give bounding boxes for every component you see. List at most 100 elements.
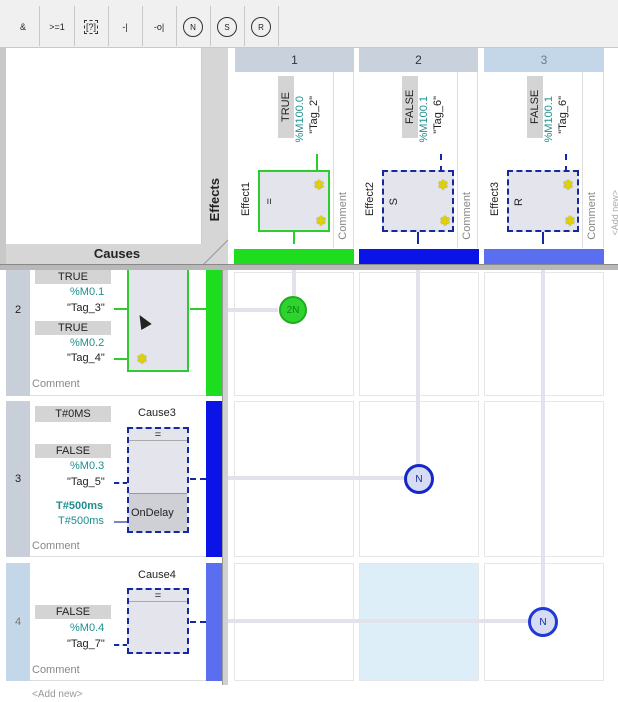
cause-instruction-box[interactable]: = OnDelay: [127, 427, 189, 533]
cause-instruction-box[interactable]: =: [127, 588, 189, 654]
effect-comment[interactable]: Comment: [337, 192, 349, 240]
divider: [457, 72, 458, 248]
cause-address: %M0.1: [70, 286, 105, 298]
cause-comment[interactable]: Comment: [32, 378, 80, 390]
cause-address: %M0.3: [70, 460, 105, 472]
cause-value[interactable]: FALSE: [35, 605, 111, 619]
star-icon: ✱: [313, 178, 324, 192]
star-icon: ✱: [315, 214, 326, 228]
effect-comment[interactable]: Comment: [586, 192, 598, 240]
effect-column-number: 3: [484, 48, 604, 72]
effect-column-number: 1: [235, 48, 354, 72]
instruction-label: =: [129, 590, 187, 602]
cause-color-bar: [206, 563, 222, 681]
intersection-node[interactable]: 2N: [279, 296, 307, 324]
cause-name: Cause3: [138, 407, 176, 419]
input-connector: [114, 521, 128, 523]
effect-color-bar: [234, 249, 354, 265]
effect-connector: [417, 232, 419, 244]
add-new-column[interactable]: <Add new>: [610, 190, 618, 236]
connection-line: [416, 270, 420, 465]
star-icon: ✱: [564, 214, 575, 228]
effect-name: Effect3: [489, 182, 501, 217]
effects-label-bar: Effects: [202, 48, 228, 264]
cause-name: Cause4: [138, 569, 176, 581]
instruction-label: R: [513, 198, 525, 206]
time-parameter: T#500ms: [58, 515, 104, 527]
row-number: 4: [6, 563, 30, 681]
toolbar: & >=1 [?] -| -o| N S R: [0, 0, 618, 48]
effect-column-number: 2: [359, 48, 478, 72]
cause-value[interactable]: TRUE: [35, 270, 111, 284]
box-button[interactable]: [?]: [77, 13, 105, 41]
row-number: 3: [6, 401, 30, 557]
effect-instruction-box[interactable]: S ✱ ✱: [382, 170, 454, 232]
cause-value[interactable]: TRUE: [35, 321, 111, 335]
effect-name: Effect2: [364, 182, 376, 217]
time-parameter: T#500ms: [56, 500, 104, 512]
effect-color-bar: [359, 249, 479, 265]
input-connector: [114, 358, 128, 360]
effects-label: Effects: [207, 178, 222, 222]
effect-color-bar: [484, 249, 604, 265]
effect-column-1[interactable]: TRUE %M100.0 "Tag_2" Effect1 = ✱ ✱ Comme…: [235, 72, 354, 248]
set-coil-button[interactable]: S: [213, 13, 241, 41]
reset-coil-button[interactable]: R: [247, 13, 275, 41]
instruction-label: =: [264, 198, 276, 205]
effect-value[interactable]: FALSE: [402, 76, 418, 138]
causes-label: Causes: [6, 244, 228, 264]
cause-tag: "Tag_4": [67, 352, 105, 364]
cause-row-3[interactable]: T#0MS Cause3 FALSE %M0.3 "Tag_5" T#500ms…: [30, 401, 206, 557]
effect-column-2[interactable]: FALSE %M100.1 "Tag_6" Effect2 S ✱ ✱ Comm…: [359, 72, 478, 248]
separator: [210, 6, 211, 46]
n-coil-button[interactable]: N: [179, 13, 207, 41]
separator: [176, 6, 177, 46]
cause-color-bar: [206, 401, 222, 557]
cause-address: %M0.4: [70, 622, 105, 634]
effect-comment[interactable]: Comment: [461, 192, 473, 240]
effect-address: %M100.1: [418, 96, 430, 143]
divider: [333, 72, 334, 248]
effect-instruction-box[interactable]: = ✱ ✱: [258, 170, 330, 232]
cause-row-2[interactable]: TRUE %M0.1 "Tag_3" TRUE %M0.2 "Tag_4" ✱ …: [30, 270, 206, 396]
mouse-cursor-icon: [134, 311, 152, 331]
row-number: 2: [6, 270, 30, 396]
cause-comment[interactable]: Comment: [32, 540, 80, 552]
output-connector: [190, 621, 206, 623]
instruction-label: =: [129, 429, 187, 441]
connection-line: [541, 270, 545, 607]
separator: [39, 6, 40, 46]
add-new-row[interactable]: <Add new>: [32, 689, 83, 700]
negated-contact-button[interactable]: -o|: [145, 13, 173, 41]
time-value[interactable]: T#0MS: [35, 406, 111, 422]
intersection-node[interactable]: N: [404, 464, 434, 494]
separator: [142, 6, 143, 46]
separator: [108, 6, 109, 46]
cause-instruction-box[interactable]: ✱: [127, 270, 189, 372]
effect-connector: [293, 232, 295, 244]
star-icon: ✱: [437, 178, 448, 192]
star-icon: ✱: [562, 178, 573, 192]
delay-label: OnDelay: [129, 493, 187, 531]
separator: [244, 6, 245, 46]
effect-connector: [542, 232, 544, 244]
connection-line: [228, 619, 528, 623]
or-button[interactable]: >=1: [43, 13, 71, 41]
effect-instruction-box[interactable]: R ✱ ✱: [507, 170, 579, 232]
cause-tag: "Tag_3": [67, 302, 105, 314]
effect-tag: "Tag_6": [432, 96, 444, 134]
effect-value[interactable]: TRUE: [278, 76, 294, 138]
cause-row-4[interactable]: Cause4 FALSE %M0.4 "Tag_7" = Comment: [30, 563, 206, 681]
effect-value[interactable]: FALSE: [527, 76, 543, 138]
effect-column-3[interactable]: FALSE %M100.1 "Tag_6" Effect3 R ✱ ✱ Comm…: [484, 72, 604, 248]
output-connector: [190, 308, 206, 310]
intersection-node[interactable]: N: [528, 607, 558, 637]
connection-line: [228, 476, 404, 480]
input-connector: [114, 308, 128, 310]
cause-address: %M0.2: [70, 337, 105, 349]
and-button[interactable]: &: [9, 13, 37, 41]
contact-button[interactable]: -|: [111, 13, 139, 41]
cause-value[interactable]: FALSE: [35, 444, 111, 458]
cause-comment[interactable]: Comment: [32, 664, 80, 676]
divider: [582, 72, 583, 248]
